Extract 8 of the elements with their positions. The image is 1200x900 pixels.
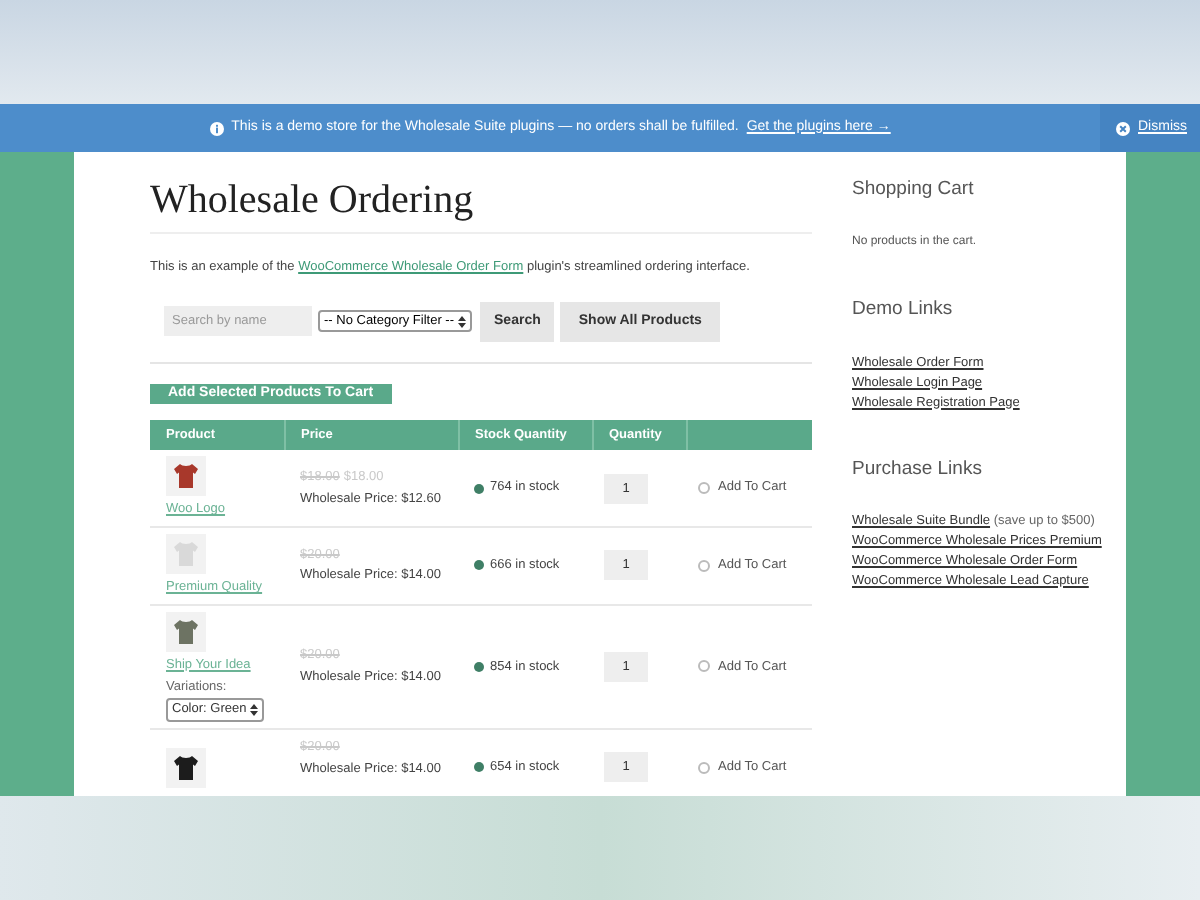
info-icon	[209, 121, 224, 135]
updown-icon	[250, 704, 259, 717]
page-title: Wholesale Ordering	[150, 174, 812, 234]
section-heading: Shopping Cart	[852, 176, 976, 204]
updown-icon	[458, 315, 467, 328]
section-heading: Demo Links	[852, 296, 955, 325]
close-icon	[1116, 121, 1130, 135]
section-heading: Purchase Links	[852, 455, 984, 483]
